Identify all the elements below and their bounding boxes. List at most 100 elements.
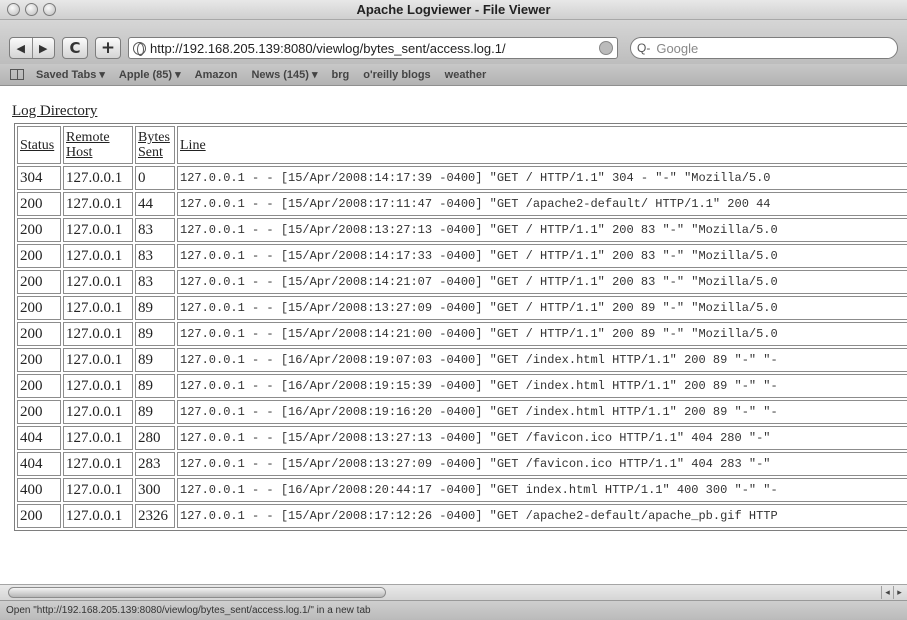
log-line-cell: 127.0.0.1 - - [15/Apr/2008:13:27:13 -040… [177,426,907,450]
log-line-cell: 127.0.0.1 - - [15/Apr/2008:14:17:39 -040… [177,166,907,190]
address-input[interactable]: http://192.168.205.139:8080/viewlog/byte… [150,41,599,56]
column-header-remote-host[interactable]: Remote Host [63,126,133,164]
scroll-arrows: ◂ ▸ [881,586,905,599]
bytes-sent-cell: 83 [135,244,175,268]
scrollbar-thumb[interactable] [8,587,386,598]
status-cell: 400 [17,478,61,502]
status-cell: 404 [17,426,61,450]
window-title: Apache Logviewer - File Viewer [356,2,551,17]
window-titlebar: Apache Logviewer - File Viewer [0,0,907,20]
table-row: 200 127.0.0.1 89 127.0.0.1 - - [15/Apr/2008… [17,296,907,320]
remote-host-cell: 127.0.0.1 [63,166,133,190]
remote-host-cell: 127.0.0.1 [63,478,133,502]
bytes-sent-cell: 83 [135,218,175,242]
remote-host-cell: 127.0.0.1 [63,348,133,372]
bytes-sent-cell: 89 [135,400,175,424]
status-cell: 200 [17,374,61,398]
status-cell: 404 [17,452,61,476]
bytes-sent-cell: 0 [135,166,175,190]
column-header-bytes-sent-line2[interactable]: Sent [138,145,163,160]
table-row: 400 127.0.0.1 300 127.0.0.1 - - [16/Apr/200… [17,478,907,502]
status-cell: 200 [17,192,61,216]
column-header-status-label[interactable]: Status [20,138,54,153]
column-header-status[interactable]: Status [17,126,61,164]
status-cell: 200 [17,504,61,528]
table-row: 200 127.0.0.1 89 127.0.0.1 - - [16/Apr/2008… [17,400,907,424]
bytes-sent-cell: 300 [135,478,175,502]
table-row: 200 127.0.0.1 83 127.0.0.1 - - [15/Apr/2008… [17,270,907,294]
back-arrow-icon[interactable]: ◀ [10,38,32,58]
bookmark-oreilly-blogs[interactable]: o'reilly blogs [363,69,430,81]
bookmark-brg[interactable]: brg [332,69,350,81]
table-row: 200 127.0.0.1 2326 127.0.0.1 - - [15/Apr/20… [17,504,907,528]
status-cell: 200 [17,218,61,242]
bytes-sent-cell: 83 [135,270,175,294]
status-cell: 200 [17,296,61,320]
column-header-remote-host-line1[interactable]: Remote [66,130,110,145]
table-row: 200 127.0.0.1 44 127.0.0.1 - - [15/Apr/2008… [17,192,907,216]
log-line-cell: 127.0.0.1 - - [16/Apr/2008:19:16:20 -040… [177,400,907,424]
bookmark-saved-tabs[interactable]: Saved Tabs ▾ [36,68,105,81]
status-cell: 200 [17,244,61,268]
bookmark-amazon[interactable]: Amazon [195,69,238,81]
remote-host-cell: 127.0.0.1 [63,426,133,450]
bytes-sent-cell: 2326 [135,504,175,528]
history-nav: ◀ ▶ [9,37,55,59]
status-cell: 200 [17,322,61,346]
scroll-right-arrow-icon[interactable]: ▸ [893,586,905,599]
table-row: 200 127.0.0.1 83 127.0.0.1 - - [15/Apr/2008… [17,244,907,268]
log-line-cell: 127.0.0.1 - - [16/Apr/2008:19:07:03 -040… [177,348,907,372]
status-cell: 304 [17,166,61,190]
column-header-line-label[interactable]: Line [180,138,206,153]
log-line-cell: 127.0.0.1 - - [15/Apr/2008:13:27:13 -040… [177,218,907,242]
remote-host-cell: 127.0.0.1 [63,400,133,424]
remote-host-cell: 127.0.0.1 [63,296,133,320]
table-row: 200 127.0.0.1 89 127.0.0.1 - - [15/Apr/2008… [17,322,907,346]
column-header-bytes-sent-line1[interactable]: Bytes [138,130,170,145]
status-bar: Open "http://192.168.205.139:8080/viewlo… [0,600,907,620]
bookmarks-bar: Saved Tabs ▾ Apple (85) ▾ Amazon News (1… [0,64,907,86]
remote-host-cell: 127.0.0.1 [63,322,133,346]
bytes-sent-cell: 283 [135,452,175,476]
log-line-cell: 127.0.0.1 - - [15/Apr/2008:13:27:09 -040… [177,452,907,476]
address-bar[interactable]: http://192.168.205.139:8080/viewlog/byte… [128,37,618,59]
bytes-sent-cell: 89 [135,296,175,320]
status-cell: 200 [17,348,61,372]
log-line-cell: 127.0.0.1 - - [15/Apr/2008:14:21:07 -040… [177,270,907,294]
log-line-cell: 127.0.0.1 - - [15/Apr/2008:14:17:33 -040… [177,244,907,268]
search-icon[interactable]: Q- [637,41,650,55]
table-row: 404 127.0.0.1 283 127.0.0.1 - - [15/Apr/200… [17,452,907,476]
add-bookmark-button[interactable]: + [95,37,121,59]
table-row: 304 127.0.0.1 0 127.0.0.1 - - [15/Apr/2008:… [17,166,907,190]
column-header-remote-host-line2[interactable]: Host [66,145,92,160]
bookmarks-book-icon[interactable] [10,69,24,80]
remote-host-cell: 127.0.0.1 [63,504,133,528]
log-line-cell: 127.0.0.1 - - [15/Apr/2008:17:12:26 -040… [177,504,907,528]
bookmark-apple[interactable]: Apple (85) ▾ [119,68,181,81]
horizontal-scrollbar[interactable]: ◂ ▸ [0,584,907,600]
globe-icon [133,41,146,56]
bytes-sent-cell: 89 [135,374,175,398]
page-content: Log Directory Status Remote Host Bytes Sen… [0,87,907,582]
bookmark-news[interactable]: News (145) ▾ [251,68,317,81]
log-directory-link[interactable]: Log Directory [12,103,97,120]
bytes-sent-cell: 89 [135,322,175,346]
column-header-line[interactable]: Line [177,126,907,164]
remote-host-cell: 127.0.0.1 [63,244,133,268]
search-field[interactable]: Q- Google [630,37,898,59]
bookmark-weather[interactable]: weather [445,69,487,81]
status-cell: 200 [17,400,61,424]
log-line-cell: 127.0.0.1 - - [15/Apr/2008:13:27:09 -040… [177,296,907,320]
log-table: Status Remote Host Bytes Sent Line 304 127.… [14,123,907,531]
column-header-bytes-sent[interactable]: Bytes Sent [135,126,175,164]
log-table-body: 304 127.0.0.1 0 127.0.0.1 - - [15/Apr/2008:… [17,166,907,528]
bytes-sent-cell: 44 [135,192,175,216]
remote-host-cell: 127.0.0.1 [63,192,133,216]
table-row: 200 127.0.0.1 89 127.0.0.1 - - [16/Apr/2008… [17,374,907,398]
scroll-left-arrow-icon[interactable]: ◂ [881,586,893,599]
reload-button[interactable]: C [62,37,88,59]
forward-arrow-icon[interactable]: ▶ [31,38,55,58]
remote-host-cell: 127.0.0.1 [63,374,133,398]
search-input[interactable]: Google [656,41,698,56]
snapback-icon[interactable] [599,41,613,55]
